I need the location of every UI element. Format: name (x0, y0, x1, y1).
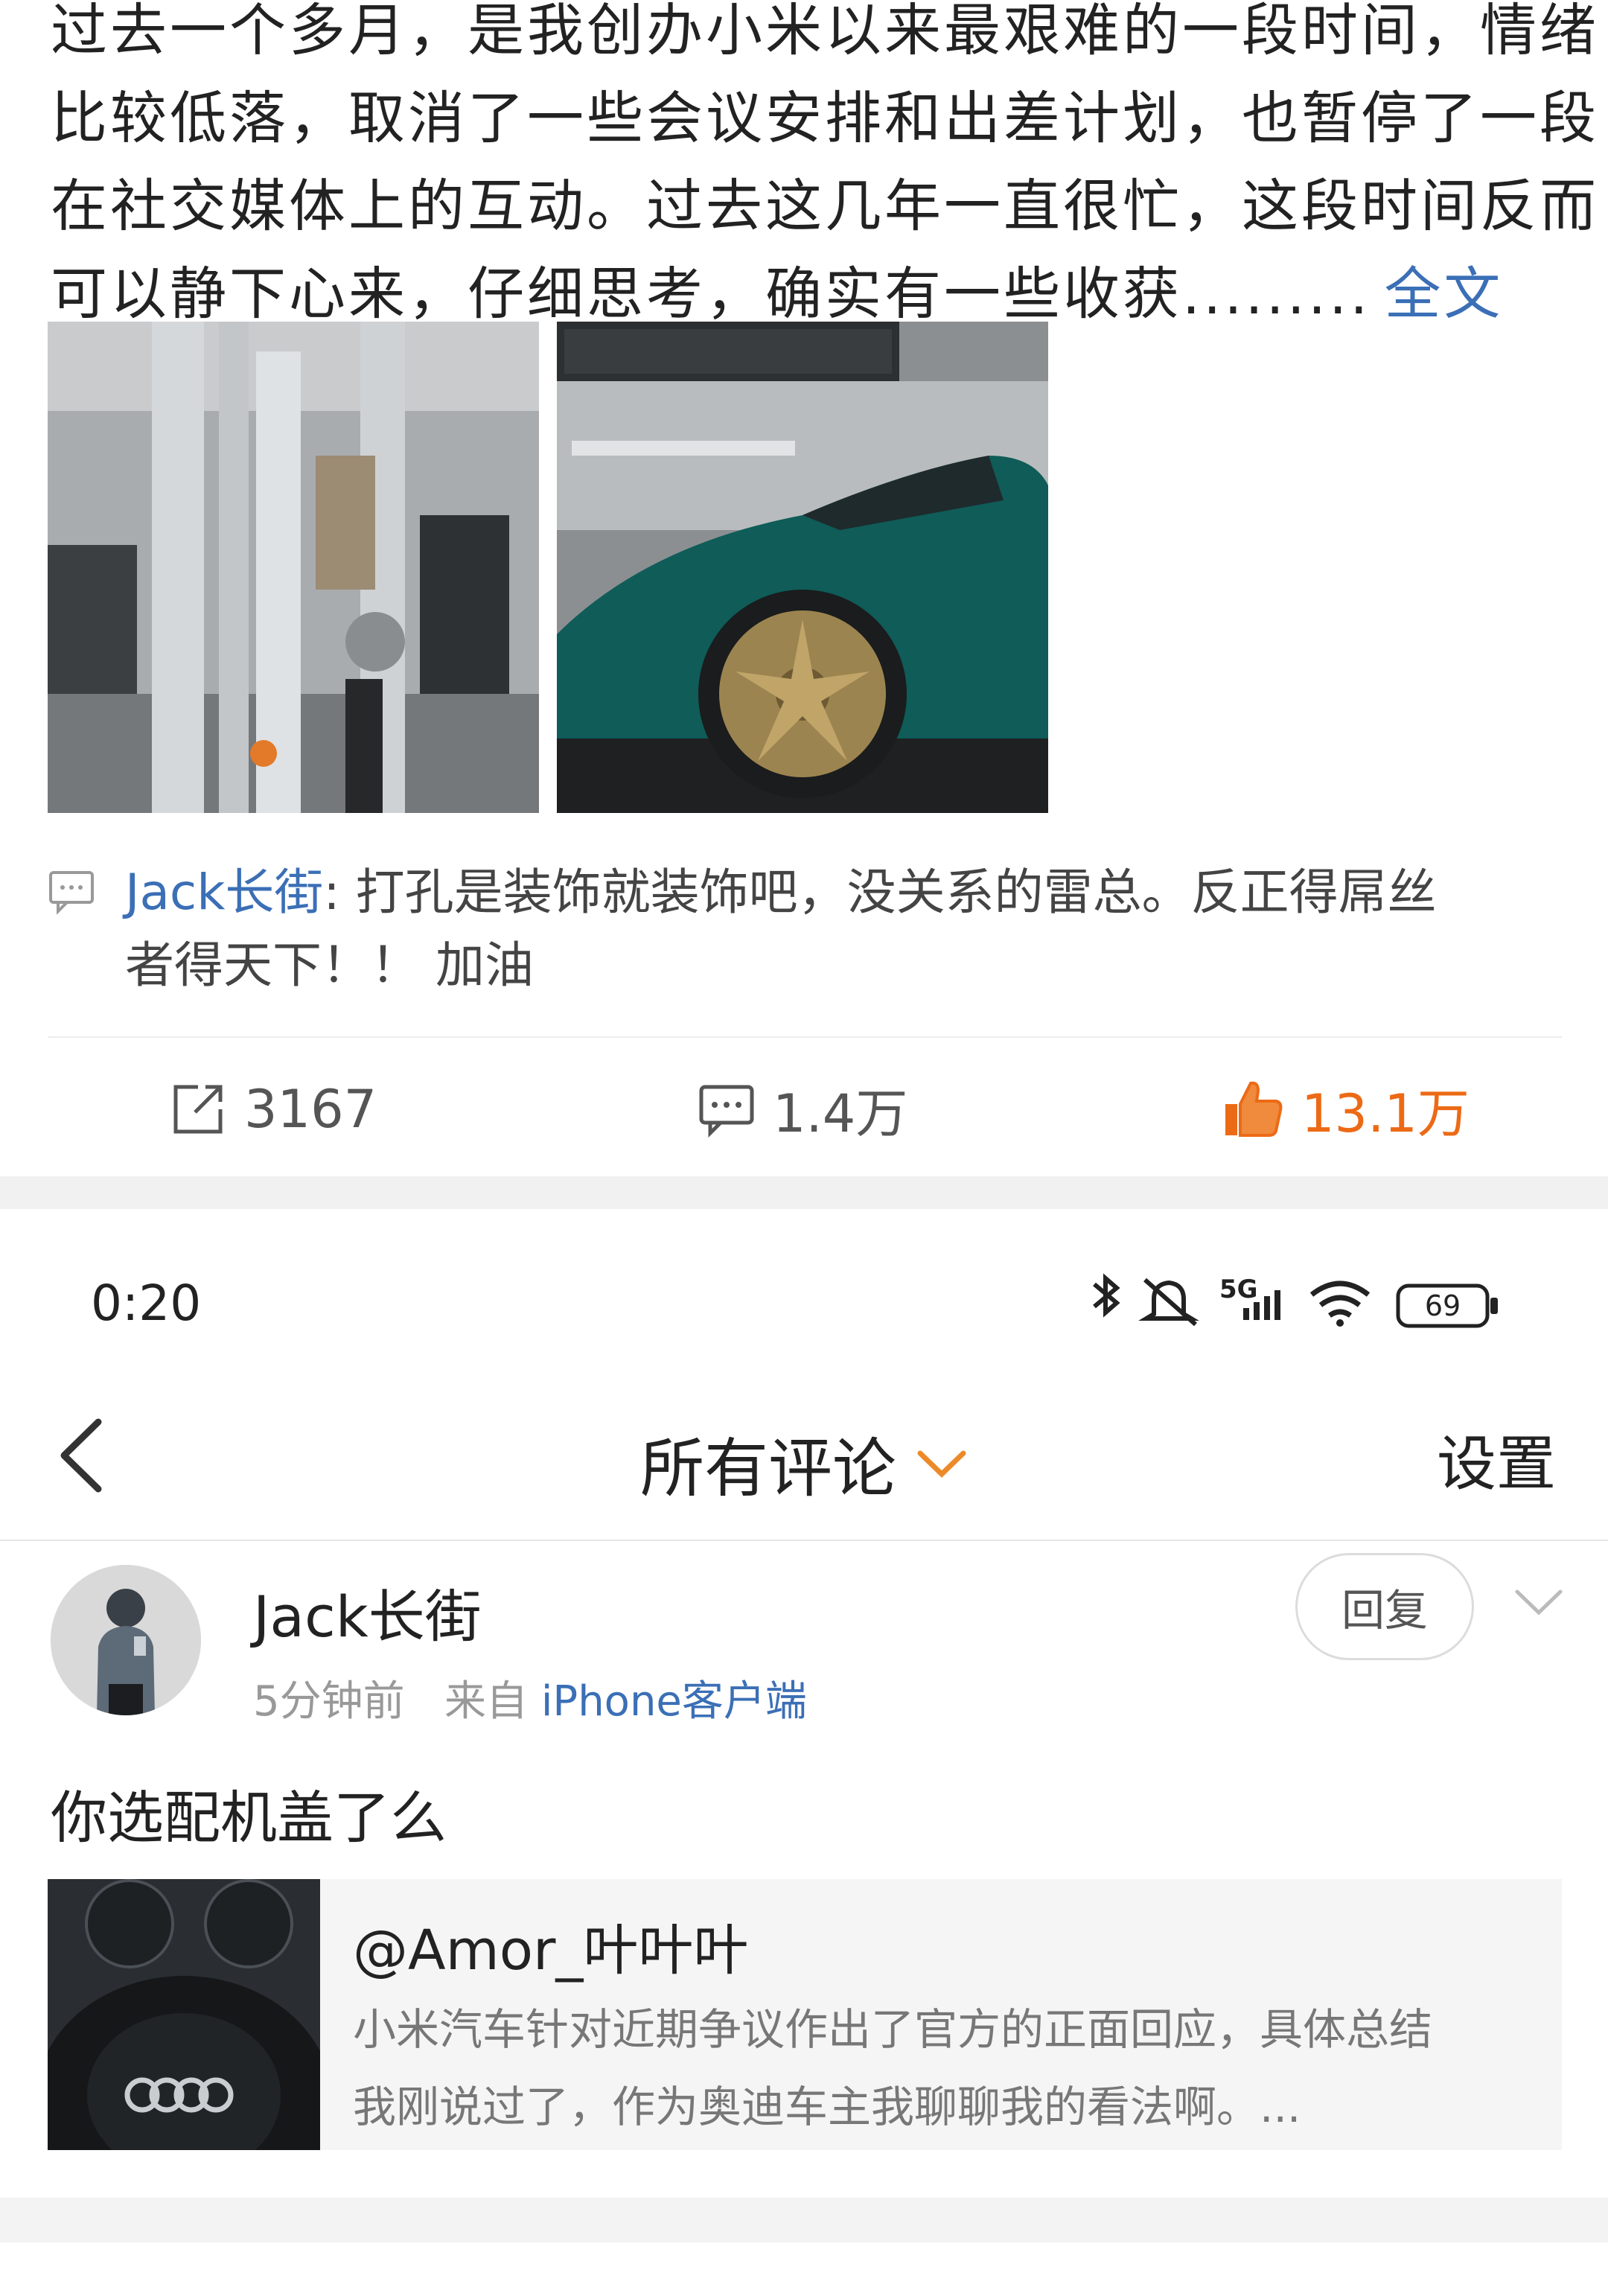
chevron-down-icon (917, 1450, 966, 1478)
bluetooth-icon (1093, 1273, 1120, 1318)
signal-icon: 5G (1219, 1275, 1280, 1320)
comment-time: 5分钟前 (253, 1677, 405, 1726)
thumbs-up-icon (1225, 1081, 1283, 1137)
post-line-1: 过去一个多月，是我创办小米以来最艰难的一段时间，情绪 (51, 0, 1599, 63)
repost-button[interactable]: 3167 (168, 1072, 377, 1147)
back-arrow-icon[interactable] (54, 1415, 106, 1496)
battery-level: 69 (1425, 1289, 1461, 1322)
post-line-3: 在社交媒体上的互动。过去这几年一直很忙，这段时间反而 (51, 173, 1599, 239)
quoted-post-card[interactable]: @Amor_叶叶叶 小米汽车针对近期争议作出了官方的正面回应，具体总结 我刚说过… (48, 1879, 1562, 2150)
post-line-4-text: 可以静下心来，仔细思考，确实有一些收获......... (51, 261, 1371, 327)
comments-filter-dropdown[interactable]: 所有评论 (640, 1416, 968, 1509)
post-line-2: 比较低落，取消了一些会议安排和出差计划，也暂停了一段 (51, 85, 1599, 151)
comment-count: 1.4万 (773, 1082, 908, 1144)
post-text: 过去一个多月，是我创办小米以来最艰难的一段时间，情绪 比较低落，取消了一些会议安… (51, 0, 1599, 338)
section-gap (0, 1176, 1608, 1209)
wifi-icon (1309, 1281, 1371, 1327)
comment-button[interactable]: 1.4万 (697, 1072, 907, 1147)
nav-divider (0, 1540, 1608, 1541)
nav-title-label: 所有评论 (640, 1432, 896, 1506)
comment-bubble-icon (49, 871, 94, 914)
comment-body: 你选配机盖了么 (51, 1785, 447, 1851)
comment-preview-body-2: 者得天下！！ 加油 (125, 937, 534, 994)
quoted-post-line-1: 小米汽车针对近期争议作出了官方的正面回应，具体总结 (353, 2004, 1433, 2055)
quoted-post-author[interactable]: @Amor_叶叶叶 (353, 1906, 748, 1986)
comment-from-label: 来自 (444, 1677, 529, 1726)
repost-count: 3167 (244, 1079, 377, 1140)
read-more-link[interactable]: 全文 (1384, 261, 1503, 327)
section-gap-bottom (0, 2198, 1608, 2242)
reply-button[interactable]: 回复 (1295, 1553, 1474, 1660)
next-comment-strip (0, 2242, 1608, 2296)
chevron-down-icon[interactable] (1513, 1584, 1565, 1621)
settings-button[interactable]: 设置 (1437, 1416, 1556, 1502)
quoted-post-thumbnail (48, 1879, 320, 2150)
status-icons: 5G 69 (1093, 1273, 1498, 1328)
comment-username[interactable]: Jack长街 (253, 1571, 482, 1653)
gym-photo-illustration (48, 322, 539, 813)
comment-source[interactable]: iPhone客户端 (541, 1677, 807, 1726)
comment-preview-body: 打孔是装饰就装饰吧，没关系的雷总。反正得屌丝 (355, 864, 1437, 921)
comment-preview[interactable]: Jack长街: 打孔是装饰就装饰吧，没关系的雷总。反正得屌丝 者得天下！！ 加油 (48, 856, 1566, 1002)
post-image-car[interactable] (557, 322, 1048, 813)
comment-preview-separator: : (323, 864, 356, 921)
comment-meta: 5分钟前 来自 iPhone客户端 (253, 1668, 807, 1728)
battery-icon: 69 (1396, 1283, 1498, 1328)
network-type: 5G (1219, 1275, 1258, 1304)
status-time: 0:20 (91, 1275, 202, 1332)
post-divider (48, 1036, 1562, 1038)
comment-preview-name[interactable]: Jack长街 (125, 864, 323, 921)
quoted-post-line-2: 我刚说过了，作为奥迪车主我聊聊我的看法啊。... (353, 2082, 1301, 2132)
like-button[interactable]: 13.1万 (1221, 1072, 1470, 1147)
avatar[interactable] (51, 1565, 201, 1715)
post-image-gym[interactable] (48, 322, 539, 813)
avatar-illustration (51, 1565, 201, 1715)
quoted-post-excerpt: 小米汽车针对近期争议作出了官方的正面回应，具体总结 我刚说过了，作为奥迪车主我聊… (353, 1991, 1544, 2146)
comment-icon (699, 1085, 754, 1138)
muted-bell-icon (1138, 1278, 1199, 1327)
steering-wheel-illustration (48, 1879, 320, 2150)
share-icon (173, 1085, 223, 1134)
comment-preview-text: Jack长街: 打孔是装饰就装饰吧，没关系的雷总。反正得屌丝 者得天下！！ 加油 (125, 856, 1566, 1002)
car-photo-illustration (557, 322, 1048, 813)
like-count: 13.1万 (1301, 1082, 1470, 1144)
